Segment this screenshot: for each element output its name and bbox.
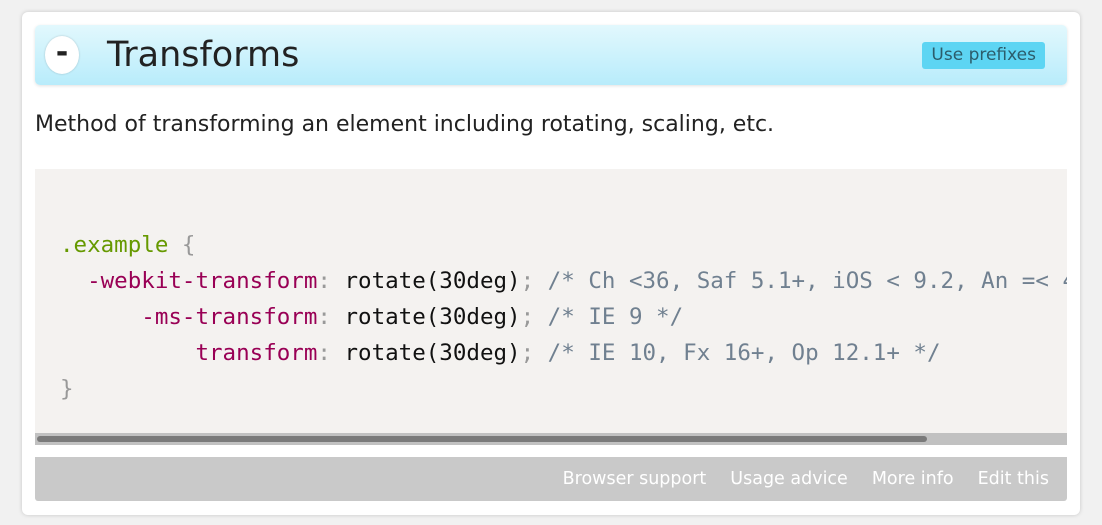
usage-advice-link[interactable]: Usage advice xyxy=(730,469,848,489)
code-colon: : xyxy=(317,304,331,330)
code-open-brace: { xyxy=(181,232,196,258)
code-value: rotate(30deg) xyxy=(330,304,521,330)
code-colon: : xyxy=(317,340,331,366)
code-semicolon: ; xyxy=(520,304,535,330)
feature-title: Transforms xyxy=(107,35,300,75)
collapse-toggle-button[interactable]: - xyxy=(45,36,79,74)
feature-description: Method of transforming an element includ… xyxy=(35,112,775,137)
code-value: rotate(30deg) xyxy=(330,340,521,366)
code-viewport: .example { -webkit-transform: rotate(30d… xyxy=(35,169,1067,433)
code-property: -webkit-transform xyxy=(87,268,318,294)
feature-card: - Transforms Use prefixes Method of tran… xyxy=(22,12,1080,515)
code-semicolon: ; xyxy=(520,340,535,366)
edit-this-link[interactable]: Edit this xyxy=(978,469,1049,489)
more-info-link[interactable]: More info xyxy=(872,469,954,489)
code-property: transform xyxy=(195,340,318,366)
feature-footer: Browser support Usage advice More info E… xyxy=(35,457,1067,501)
code-property: -ms-transform xyxy=(141,304,318,330)
code-comment: /* Ch <36, Saf 5.1+, iOS < 9.2, An =< 4.… xyxy=(547,268,1067,294)
code-semicolon: ; xyxy=(520,268,535,294)
code-close-brace: } xyxy=(60,376,74,402)
code-comment: /* IE 10, Fx 16+, Op 12.1+ */ xyxy=(534,340,941,366)
code-selector: .example xyxy=(60,232,169,258)
footer-links: Browser support Usage advice More info E… xyxy=(539,457,1049,501)
code-listing: .example { -webkit-transform: rotate(30d… xyxy=(60,227,1067,407)
code-colon: : xyxy=(317,268,331,294)
code-value: rotate(30deg) xyxy=(330,268,521,294)
code-block: .example { -webkit-transform: rotate(30d… xyxy=(35,169,1067,445)
use-prefixes-button[interactable]: Use prefixes xyxy=(922,42,1045,69)
feature-header: - Transforms Use prefixes xyxy=(35,25,1067,85)
browser-support-link[interactable]: Browser support xyxy=(563,469,707,489)
code-comment: /* IE 9 */ xyxy=(534,304,684,330)
scrollbar-thumb[interactable] xyxy=(37,436,927,442)
horizontal-scrollbar[interactable] xyxy=(35,433,1067,445)
